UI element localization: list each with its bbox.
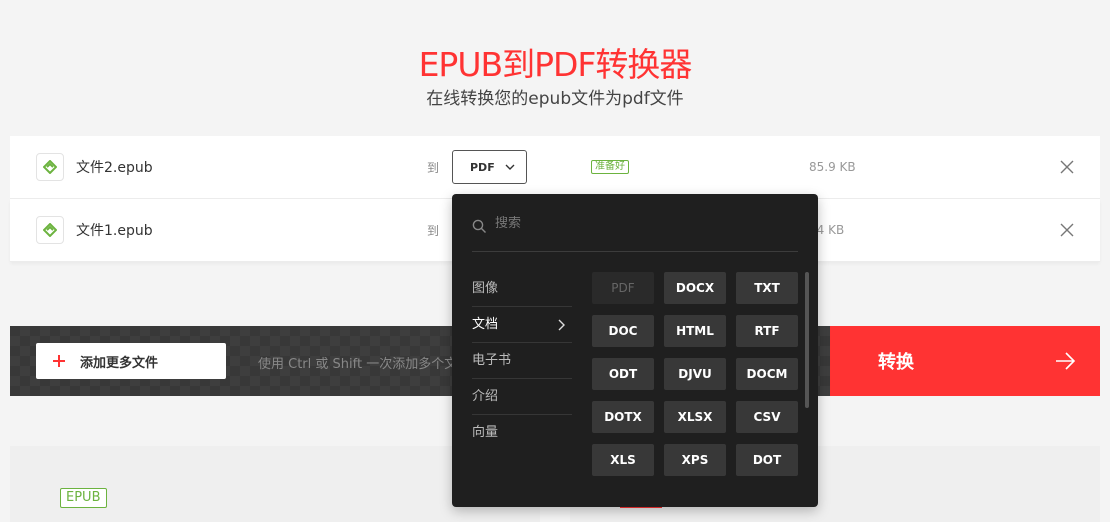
page-title: EPUB到PDF转换器	[418, 45, 693, 84]
category-item[interactable]: 图像	[472, 271, 572, 307]
format-option[interactable]: HTML	[664, 315, 726, 347]
category-list: 图像 文档 电子书 介绍 向量	[472, 271, 572, 451]
chevron-down-icon	[505, 164, 515, 170]
to-label: 到	[427, 161, 440, 175]
convert-label: 转换	[878, 352, 914, 373]
format-search	[472, 216, 798, 252]
close-icon[interactable]	[1059, 159, 1075, 175]
file-name: 文件1.epub	[76, 223, 153, 239]
search-icon	[472, 219, 486, 233]
plus-icon	[52, 354, 66, 368]
file-name: 文件2.epub	[76, 160, 153, 176]
format-option[interactable]: XLSX	[664, 401, 726, 433]
format-option[interactable]: DJVU	[664, 358, 726, 390]
multi-select-hint: 使用 Ctrl 或 Shift 一次添加多个文件	[258, 357, 471, 372]
dropdown-scrollbar[interactable]	[805, 272, 809, 408]
add-more-files-button[interactable]: 添加更多文件	[36, 343, 226, 379]
file-row: 文件2.epub 到 PDF 准备好 85.9 KB	[10, 136, 1100, 199]
convert-button[interactable]: 转换	[830, 326, 1100, 396]
category-item-active[interactable]: 文档	[472, 307, 572, 343]
status-badge: 准备好	[591, 160, 629, 174]
format-option[interactable]: TXT	[736, 272, 798, 304]
category-item[interactable]: 向量	[472, 415, 572, 451]
format-option[interactable]: DOCM	[736, 358, 798, 390]
page-subtitle: 在线转换您的epub文件为pdf文件	[426, 89, 684, 109]
format-dropdown: 图像 文档 电子书 介绍 向量 PDF DOCX TXT DOC HTML RT…	[452, 194, 818, 507]
format-option[interactable]: RTF	[736, 315, 798, 347]
format-tag: EPUB	[60, 488, 107, 508]
category-item[interactable]: 电子书	[472, 343, 572, 379]
format-option[interactable]: DOTX	[592, 401, 654, 433]
close-icon[interactable]	[1059, 222, 1075, 238]
format-option[interactable]: DOT	[736, 444, 798, 476]
format-option-disabled: PDF	[592, 272, 654, 304]
to-label: 到	[427, 224, 440, 238]
format-option[interactable]: ODT	[592, 358, 654, 390]
format-option[interactable]: DOC	[592, 315, 654, 347]
epub-file-icon	[36, 216, 64, 244]
format-option[interactable]: XPS	[664, 444, 726, 476]
category-item[interactable]: 介绍	[472, 379, 572, 415]
arrow-right-icon	[1056, 352, 1076, 370]
format-option[interactable]: CSV	[736, 401, 798, 433]
format-select-value: PDF	[470, 160, 495, 174]
format-grid: PDF DOCX TXT DOC HTML RTF ODT DJVU DOCM …	[592, 272, 798, 476]
chevron-right-icon	[558, 319, 565, 331]
format-option[interactable]: DOCX	[664, 272, 726, 304]
epub-file-icon	[36, 153, 64, 181]
file-size: 85.9 KB	[809, 160, 856, 174]
format-option[interactable]: XLS	[592, 444, 654, 476]
search-input[interactable]	[495, 216, 785, 231]
add-more-files-label: 添加更多文件	[80, 355, 159, 371]
format-select[interactable]: PDF	[452, 150, 527, 184]
